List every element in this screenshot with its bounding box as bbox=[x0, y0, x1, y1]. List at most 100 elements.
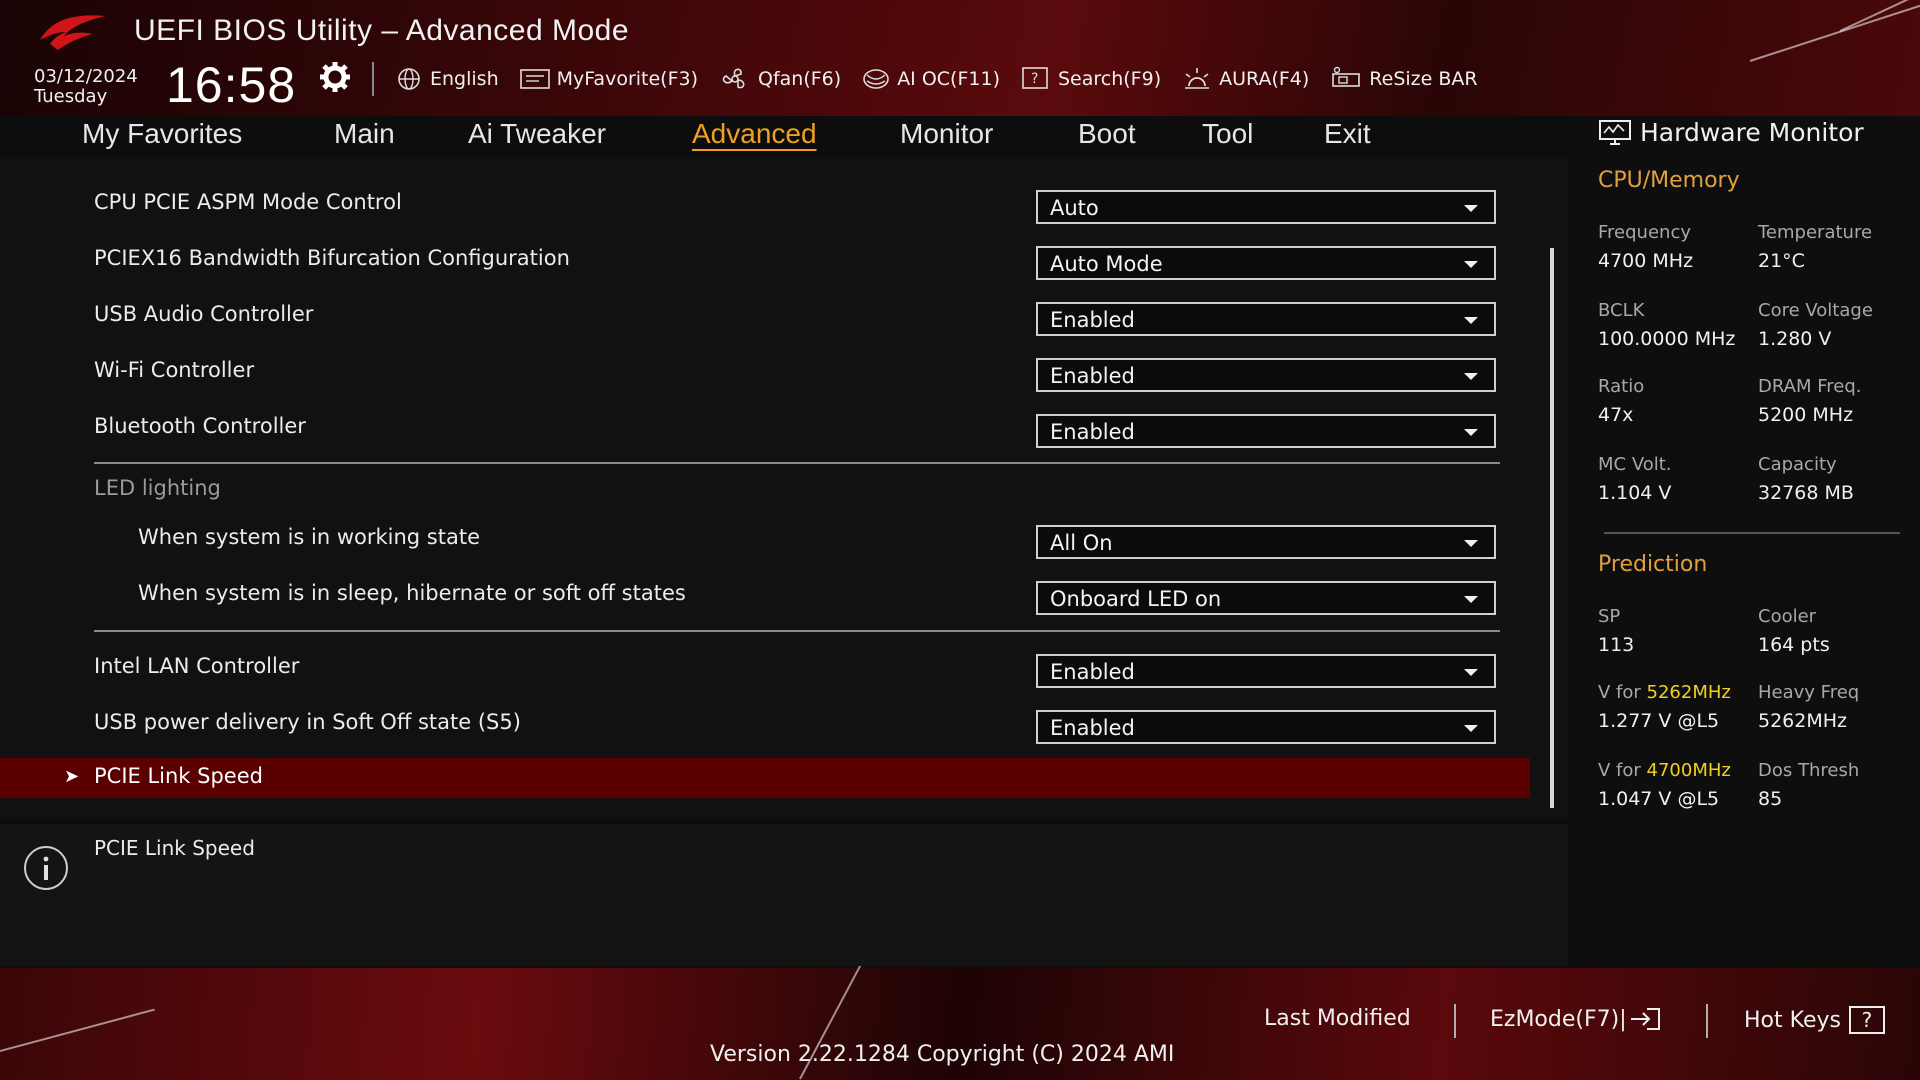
toolbar: English MyFavorite(F3) Qfan(F6) AI OC(F1… bbox=[394, 64, 1498, 94]
capacity-label: Capacity bbox=[1758, 454, 1837, 475]
resize-bar-label: ReSize BAR bbox=[1369, 68, 1478, 90]
fan-icon bbox=[722, 68, 745, 89]
header-bar: UEFI BIOS Utility – Advanced Mode 03/12/… bbox=[0, 0, 1920, 116]
led-working-state-dropdown[interactable]: All On bbox=[1036, 525, 1496, 559]
dropdown-value: All On bbox=[1050, 531, 1113, 555]
myfavorite-button[interactable]: MyFavorite(F3) bbox=[519, 64, 698, 94]
footer-separator bbox=[1454, 1004, 1456, 1038]
section-divider bbox=[94, 462, 1500, 464]
header-separator bbox=[372, 62, 374, 96]
hardware-monitor-panel: Hardware Monitor CPU/Memory Frequency 47… bbox=[1584, 116, 1920, 968]
ai-chip-icon bbox=[863, 69, 889, 89]
setting-row[interactable]: USB Audio Controller Enabled bbox=[0, 290, 1568, 346]
chevron-down-icon bbox=[1464, 205, 1478, 212]
chevron-down-icon bbox=[1464, 261, 1478, 268]
setting-label: CPU PCIE ASPM Mode Control bbox=[94, 190, 402, 214]
hot-keys-button[interactable]: Hot Keys ? bbox=[1744, 1006, 1885, 1034]
tab-my-favorites[interactable]: My Favorites bbox=[82, 118, 242, 150]
last-modified-button[interactable]: Last Modified bbox=[1264, 1006, 1411, 1031]
setting-label: Bluetooth Controller bbox=[94, 414, 306, 438]
aura-button[interactable]: AURA(F4) bbox=[1181, 64, 1309, 94]
dropdown-value: Enabled bbox=[1050, 716, 1135, 740]
bclk-value: 100.0000 MHz bbox=[1598, 328, 1736, 350]
setting-row[interactable]: Wi-Fi Controller Enabled bbox=[0, 346, 1568, 402]
date-display: 03/12/2024 bbox=[34, 66, 138, 87]
resize-bar-button[interactable]: ReSize BAR bbox=[1329, 64, 1478, 94]
tab-exit[interactable]: Exit bbox=[1324, 118, 1371, 150]
frequency-value: 4700 MHz bbox=[1598, 250, 1694, 272]
clock-display[interactable]: 16:58 bbox=[166, 56, 296, 114]
hw-title-text: Hardware Monitor bbox=[1640, 118, 1864, 147]
v-for-freq-1: 5262MHz bbox=[1646, 682, 1731, 703]
setting-row[interactable]: Bluetooth Controller Enabled bbox=[0, 402, 1568, 458]
cpu-pcie-aspm-dropdown[interactable]: Auto bbox=[1036, 190, 1496, 224]
setting-row[interactable]: Intel LAN Controller Enabled bbox=[0, 642, 1568, 698]
info-icon bbox=[24, 846, 68, 890]
app-title: UEFI BIOS Utility – Advanced Mode bbox=[134, 14, 630, 47]
setting-row[interactable]: USB power delivery in Soft Off state (S5… bbox=[0, 698, 1568, 754]
myfavorite-label: MyFavorite(F3) bbox=[556, 68, 699, 90]
dropdown-value: Auto Mode bbox=[1050, 252, 1163, 276]
bclk-label: BCLK bbox=[1598, 300, 1645, 321]
ratio-label: Ratio bbox=[1598, 376, 1645, 397]
settings-panel: CPU PCIE ASPM Mode Control Auto PCIEX16 … bbox=[0, 158, 1568, 818]
chevron-down-icon bbox=[1464, 669, 1478, 676]
dropdown-value: Auto bbox=[1050, 196, 1099, 220]
search-button[interactable]: ? Search(F9) bbox=[1020, 64, 1161, 94]
led-sleep-state-dropdown[interactable]: Onboard LED on bbox=[1036, 581, 1496, 615]
tab-main[interactable]: Main bbox=[334, 118, 395, 150]
v-for-prefix: V for bbox=[1598, 760, 1647, 781]
setting-row[interactable]: When system is in working state All On bbox=[0, 513, 1568, 569]
svg-text:?: ? bbox=[1031, 71, 1038, 87]
setting-row[interactable]: CPU PCIE ASPM Mode Control Auto bbox=[0, 178, 1568, 234]
sp-value: 113 bbox=[1598, 634, 1635, 656]
heavy-freq-label: Heavy Freq bbox=[1758, 682, 1860, 703]
tab-advanced[interactable]: Advanced bbox=[692, 118, 817, 150]
main-tab-bar: My Favorites Main Ai Tweaker Advanced Mo… bbox=[0, 116, 1568, 156]
sp-label: SP bbox=[1598, 606, 1621, 627]
setting-row[interactable]: PCIEX16 Bandwidth Bifurcation Configurat… bbox=[0, 234, 1568, 290]
gear-icon[interactable] bbox=[318, 60, 352, 94]
tab-tool[interactable]: Tool bbox=[1202, 118, 1253, 150]
resize-bar-icon bbox=[1332, 66, 1361, 87]
temperature-value: 21°C bbox=[1758, 250, 1805, 272]
bifurcation-dropdown[interactable]: Auto Mode bbox=[1036, 246, 1496, 280]
intel-lan-dropdown[interactable]: Enabled bbox=[1036, 654, 1496, 688]
aura-label: AURA(F4) bbox=[1219, 68, 1310, 90]
chevron-down-icon bbox=[1464, 540, 1478, 547]
tab-ai-tweaker[interactable]: Ai Tweaker bbox=[468, 118, 606, 150]
cpu-memory-section-title: CPU/Memory bbox=[1598, 168, 1740, 193]
tab-boot[interactable]: Boot bbox=[1078, 118, 1136, 150]
cooler-value: 164 pts bbox=[1758, 634, 1830, 656]
frequency-label: Frequency bbox=[1598, 222, 1691, 243]
chevron-down-icon bbox=[1464, 596, 1478, 603]
setting-label: Intel LAN Controller bbox=[94, 654, 300, 678]
ezmode-button[interactable]: EzMode(F7)| bbox=[1490, 1006, 1663, 1032]
chevron-down-icon bbox=[1464, 725, 1478, 732]
ai-oc-button[interactable]: AI OC(F11) bbox=[861, 64, 1000, 94]
setting-row[interactable]: When system is in sleep, hibernate or so… bbox=[0, 569, 1568, 625]
scrollbar[interactable] bbox=[1550, 248, 1554, 808]
v-for-label-1: V for 5262MHz bbox=[1598, 682, 1731, 703]
dos-thresh-value: 85 bbox=[1758, 788, 1783, 810]
qfan-button[interactable]: Qfan(F6) bbox=[718, 64, 841, 94]
usb-audio-dropdown[interactable]: Enabled bbox=[1036, 302, 1496, 336]
usb-power-s5-dropdown[interactable]: Enabled bbox=[1036, 710, 1496, 744]
bluetooth-dropdown[interactable]: Enabled bbox=[1036, 414, 1496, 448]
setting-label: Wi-Fi Controller bbox=[94, 358, 255, 382]
v-for-freq-2: 4700MHz bbox=[1646, 760, 1731, 781]
setting-label: USB Audio Controller bbox=[94, 302, 314, 326]
chevron-down-icon bbox=[1464, 429, 1478, 436]
wifi-dropdown[interactable]: Enabled bbox=[1036, 358, 1496, 392]
ratio-value: 47x bbox=[1598, 404, 1634, 426]
v-for-value-1: 1.277 V @L5 bbox=[1598, 710, 1720, 732]
help-description: PCIE Link Speed bbox=[94, 836, 255, 860]
pcie-link-speed-submenu[interactable]: ➤ PCIE Link Speed bbox=[0, 758, 1530, 798]
dos-thresh-label: Dos Thresh bbox=[1758, 760, 1860, 781]
dropdown-value: Enabled bbox=[1050, 420, 1135, 444]
rog-logo-icon bbox=[40, 15, 106, 51]
language-button[interactable]: English bbox=[394, 64, 499, 94]
dram-freq-label: DRAM Freq. bbox=[1758, 376, 1862, 397]
day-display: Tuesday bbox=[34, 86, 108, 107]
tab-monitor[interactable]: Monitor bbox=[900, 118, 993, 150]
